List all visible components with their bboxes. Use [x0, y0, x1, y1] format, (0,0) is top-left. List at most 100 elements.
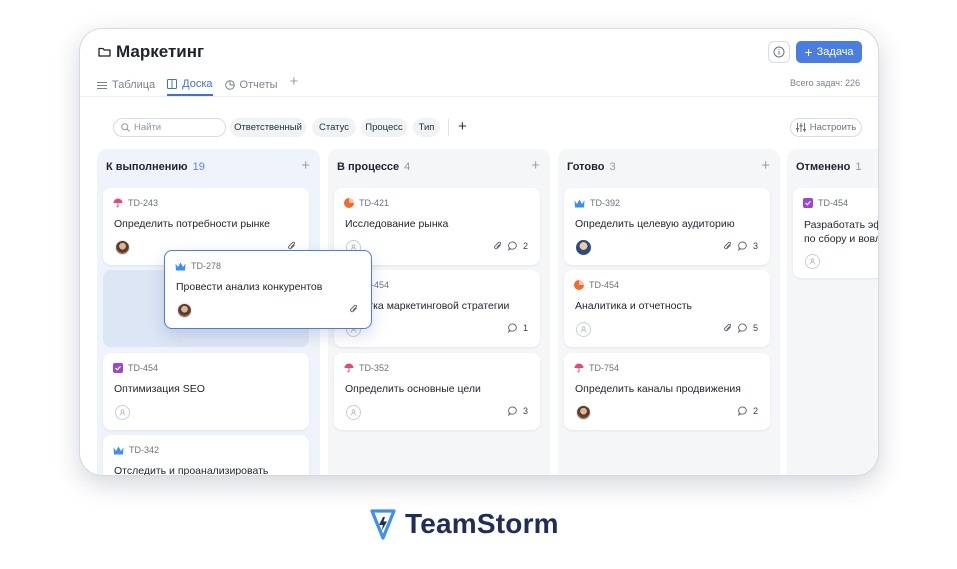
- search-placeholder: Найти: [134, 122, 162, 133]
- dragging-task-card[interactable]: TD-278 Провести анализ конкурентов: [164, 250, 372, 329]
- empty-assignee-icon[interactable]: [576, 322, 591, 337]
- task-id: TD-454: [589, 280, 620, 290]
- paperclip-icon: [724, 323, 731, 332]
- task-title: Определить каналы продвижения: [575, 383, 741, 395]
- comment-count: 3: [752, 241, 758, 251]
- comment-icon: [738, 241, 747, 251]
- checkbox-icon: [803, 198, 813, 208]
- column-count: 3: [609, 161, 616, 173]
- plus-icon: +: [804, 44, 813, 60]
- add-card-button[interactable]: +: [761, 158, 770, 173]
- task-card[interactable]: TD-392 Определить целевую аудиторию 3: [564, 188, 770, 265]
- task-id: TD-392: [590, 198, 621, 208]
- paperclip-icon: [724, 241, 731, 250]
- column-title: Готово 3: [567, 161, 616, 173]
- avatar[interactable]: [576, 240, 591, 255]
- task-title: Определить потребности рынке: [114, 218, 271, 230]
- add-filter-button[interactable]: +: [458, 117, 467, 137]
- crown-icon: [574, 199, 585, 207]
- comment-count: 2: [752, 406, 758, 416]
- filter-type[interactable]: Тип: [413, 118, 440, 137]
- comment-icon: [508, 406, 517, 416]
- brand-name: TeamStorm: [405, 508, 559, 539]
- comment-icon: [738, 406, 747, 416]
- search-icon: [121, 123, 130, 132]
- header-divider: [80, 96, 878, 97]
- task-id: TD-454: [128, 363, 159, 373]
- tab-label: Таблица: [112, 79, 156, 91]
- column-count: 19: [192, 161, 205, 173]
- task-card[interactable]: TD-754 Определить каналы продвижения 2: [564, 353, 770, 430]
- task-title: Определить основные цели: [345, 383, 481, 395]
- comment-count: 3: [522, 406, 528, 416]
- task-title: Аналитика и отчетность: [575, 300, 693, 312]
- tab-reports[interactable]: Отчеты: [224, 74, 278, 96]
- app-window: Маркетинг + Задача Таблица Доска Отчеты: [80, 29, 878, 475]
- comment-count: 2: [522, 241, 528, 251]
- board-icon: [167, 79, 178, 89]
- umbrella-icon: [113, 198, 123, 208]
- task-id: TD-754: [589, 363, 620, 373]
- filter-assignee[interactable]: Ответственный: [230, 118, 306, 137]
- column-done: Готово 3 + TD-392 Определить целевую ауди…: [558, 149, 780, 475]
- brand-logo: TeamStorm: [369, 507, 559, 541]
- tab-board[interactable]: Доска: [167, 74, 213, 96]
- settings-label: Настроить: [809, 122, 857, 133]
- search-input[interactable]: Найти: [113, 118, 226, 137]
- task-title: Разработать эф по сбору и вовл: [804, 219, 878, 245]
- info-button[interactable]: [768, 41, 790, 63]
- empty-assignee-icon[interactable]: [805, 254, 820, 269]
- tab-label: Отчеты: [239, 79, 278, 91]
- settings-button[interactable]: Настроить: [790, 118, 862, 137]
- add-card-button[interactable]: +: [301, 158, 310, 173]
- avatar[interactable]: [177, 303, 192, 318]
- paperclip-icon: [494, 241, 501, 250]
- empty-assignee-icon[interactable]: [346, 405, 361, 420]
- comment-icon: [738, 323, 747, 333]
- column-count: 1: [855, 161, 862, 173]
- task-title: Отследить и проанализировать: [114, 465, 269, 475]
- task-card[interactable]: TD-352 Определить основные цели 3: [334, 353, 540, 430]
- pie-chart-icon: [344, 198, 354, 208]
- avatar[interactable]: [576, 405, 591, 420]
- task-title: Определить целевую аудиторию: [575, 218, 735, 230]
- add-view-button[interactable]: +: [290, 74, 299, 89]
- task-id: TD-421: [359, 198, 390, 208]
- task-title: Провести анализ конкурентов: [176, 281, 323, 293]
- column-cancelled: Отменено 1 TD-454 Разработать эф по сбору…: [787, 149, 878, 475]
- add-task-button[interactable]: + Задача: [796, 41, 862, 63]
- filter-status[interactable]: Статус: [312, 118, 356, 137]
- column-title: К выполнению 19: [106, 161, 205, 173]
- empty-assignee-icon[interactable]: [115, 405, 130, 420]
- task-id: TD-352: [359, 363, 390, 373]
- crown-icon: [113, 446, 124, 454]
- view-tabs: Таблица Доска Отчеты +: [97, 74, 298, 98]
- comment-count: 5: [752, 323, 758, 333]
- task-id: TD-454: [818, 198, 849, 208]
- folder-icon: [98, 47, 111, 57]
- crown-icon: [175, 262, 186, 270]
- teamstorm-logo-icon: [370, 509, 396, 540]
- add-task-label: Задача: [816, 46, 854, 58]
- tab-label: Доска: [182, 78, 213, 90]
- add-card-button[interactable]: +: [531, 158, 540, 173]
- task-id: TD-342: [129, 445, 160, 455]
- comment-icon: [508, 241, 517, 251]
- task-card[interactable]: TD-454 Оптимизация SEO: [103, 353, 309, 430]
- task-card[interactable]: TD-454 Разработать эф по сбору и вовл: [793, 188, 878, 278]
- filter-process[interactable]: Процесс: [361, 118, 407, 137]
- comment-count: 1: [522, 323, 528, 333]
- task-card[interactable]: TD-454 Аналитика и отчетность 5: [564, 270, 770, 347]
- task-card[interactable]: TD-342 Отследить и проанализировать: [103, 435, 309, 475]
- paperclip-icon: [350, 304, 357, 313]
- avatar[interactable]: [115, 240, 130, 255]
- tab-table[interactable]: Таблица: [97, 74, 155, 96]
- task-id: TD-243: [128, 198, 159, 208]
- task-title: Оптимизация SEO: [114, 383, 205, 395]
- task-title: Исследование рынка: [345, 218, 449, 230]
- sliders-icon: [795, 123, 806, 132]
- pie-chart-icon: [574, 280, 584, 290]
- pie-chart-icon: [224, 80, 235, 90]
- column-title: В процессе 4: [337, 161, 411, 173]
- list-icon: [97, 81, 107, 89]
